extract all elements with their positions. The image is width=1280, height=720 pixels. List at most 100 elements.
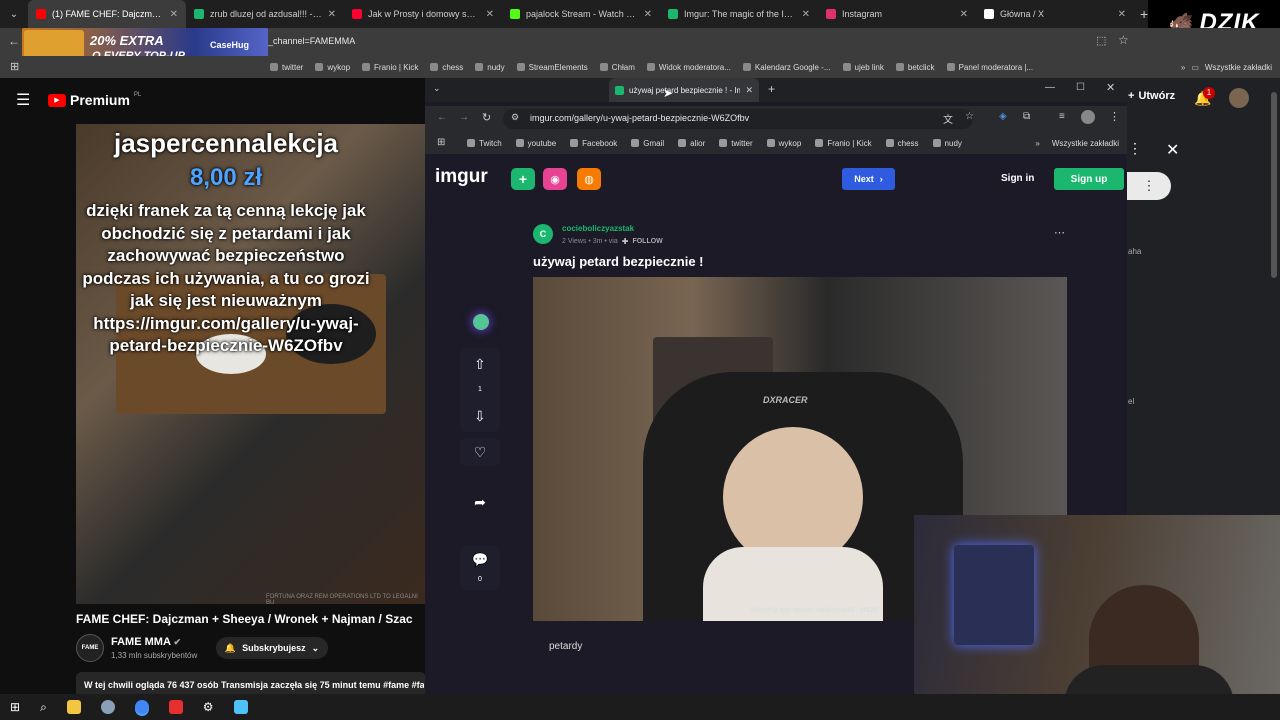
bookmark-item[interactable]: StreamElements: [516, 63, 588, 72]
bookmark-item[interactable]: youtube: [515, 139, 556, 148]
close-tab-icon[interactable]: ✕: [1118, 9, 1126, 20]
sign-in-link[interactable]: Sign in: [1001, 173, 1034, 184]
outer-tab[interactable]: Główna / X ✕: [976, 0, 1134, 28]
bookmark-item[interactable]: wykop: [315, 63, 350, 72]
create-button[interactable]: + Utwórz: [1128, 90, 1175, 102]
favorite-heart-icon[interactable]: ♡: [460, 438, 500, 466]
install-icon[interactable]: ⬚: [1096, 34, 1106, 47]
bookmark-item[interactable]: Panel moderatora |...: [946, 63, 1033, 72]
puzzle-icon[interactable]: ⧉: [1023, 111, 1030, 122]
bookmark-star-icon[interactable]: ☆: [965, 111, 974, 122]
inner-active-tab[interactable]: używaj petard bezpiecznie ! - Im ✕: [609, 78, 759, 102]
channel-name-row[interactable]: FAME MMA ✔: [111, 636, 181, 648]
bookmark-item[interactable]: Gmail: [631, 139, 664, 148]
chrome-icon[interactable]: [134, 700, 149, 714]
apps-grid-icon[interactable]: ⊞: [10, 60, 19, 73]
bookmark-star-icon[interactable]: ☆: [1118, 33, 1129, 47]
meme-icon[interactable]: ◉: [543, 168, 567, 190]
youtube-video-player[interactable]: FORTUNA ORAZ REM OPERATIONS LTD TO LEGAL…: [76, 124, 426, 604]
bookmark-item[interactable]: Kalendarz Google -...: [742, 63, 831, 72]
close-chat-icon[interactable]: ✕: [1166, 140, 1179, 160]
outer-tab[interactable]: pajalock Stream - Watch Live o ✕: [502, 0, 660, 28]
new-tab-icon[interactable]: +: [768, 82, 775, 96]
new-post-icon[interactable]: +: [511, 168, 535, 190]
share-arrow-icon[interactable]: ➦: [460, 488, 500, 516]
outer-tab[interactable]: Jak w Prosty i domowy sposób ✕: [344, 0, 502, 28]
close-tab-icon[interactable]: ✕: [170, 9, 178, 20]
bookmark-item[interactable]: chess: [885, 139, 919, 148]
all-bookmarks-link[interactable]: Wszystkie zakładki: [1052, 139, 1119, 148]
close-tab-icon[interactable]: ✕: [960, 9, 968, 20]
profile-icon[interactable]: [1081, 110, 1095, 124]
bookmark-item[interactable]: alior: [678, 139, 705, 148]
games-icon[interactable]: ◍: [577, 168, 601, 190]
back-arrow-icon[interactable]: ←: [8, 34, 20, 48]
menu-kebab-icon[interactable]: ⋮: [1109, 110, 1120, 123]
more-options-icon[interactable]: ⋮: [1128, 140, 1142, 157]
next-button[interactable]: Next ›: [842, 168, 895, 190]
bookmark-item[interactable]: Chłam: [599, 63, 635, 72]
bookmarks-overflow-icon[interactable]: »: [1181, 63, 1185, 72]
site-info-icon[interactable]: ⚙: [511, 112, 519, 123]
post-options-icon[interactable]: ⋯: [1054, 226, 1065, 239]
extension-icon[interactable]: ◈: [999, 111, 1007, 122]
bookmarks-overflow-icon[interactable]: »: [1035, 139, 1039, 148]
file-explorer-icon[interactable]: [66, 700, 81, 714]
bookmark-item[interactable]: twitter: [719, 139, 753, 148]
bookmark-item[interactable]: Facebook: [570, 139, 617, 148]
bookmark-item[interactable]: twitter: [270, 63, 303, 72]
search-icon[interactable]: ⌕: [40, 700, 47, 715]
outer-tab[interactable]: (1) FAME CHEF: Dajczman + Sh ✕: [28, 0, 186, 28]
sidebar-icon[interactable]: ≡: [1059, 111, 1065, 122]
author-avatar[interactable]: C: [533, 224, 553, 244]
chat-options-button[interactable]: ⋮: [1127, 172, 1171, 200]
youtube-premium-logo[interactable]: ▶ Premium PL: [48, 92, 141, 108]
upvote-arrow-icon[interactable]: ⇧: [474, 356, 486, 373]
emerald-award-icon[interactable]: [473, 314, 489, 330]
close-tab-icon[interactable]: ✕: [802, 9, 810, 20]
bookmark-item[interactable]: Franio | Kick: [362, 63, 418, 72]
close-tab-icon[interactable]: ✕: [745, 85, 753, 96]
user-avatar[interactable]: [1229, 88, 1249, 108]
outer-tab[interactable]: Instagram ✕: [818, 0, 976, 28]
windows-start-icon[interactable]: ⊞: [10, 700, 20, 714]
subscribe-button[interactable]: 🔔 Subskrybujesz ⌄: [216, 637, 328, 659]
maximize-icon[interactable]: ☐: [1076, 82, 1085, 93]
apps-grid-icon[interactable]: ⊞: [437, 137, 445, 148]
back-arrow-icon[interactable]: ←: [437, 112, 447, 123]
imgur-logo[interactable]: imgur: [435, 166, 488, 188]
bookmark-item[interactable]: Franio | Kick: [815, 139, 872, 148]
inner-url-text[interactable]: imgur.com/gallery/u-ywaj-petard-bezpiecz…: [530, 113, 749, 123]
close-tab-icon[interactable]: ✕: [328, 9, 336, 20]
downvote-arrow-icon[interactable]: ⇩: [474, 408, 486, 425]
translate-icon[interactable]: 文: [943, 111, 953, 126]
author-name[interactable]: cocieboliczyazstak: [562, 224, 634, 233]
bookmark-item[interactable]: ujeb link: [842, 63, 884, 72]
bookmark-item[interactable]: Widok moderatora...: [646, 63, 731, 72]
app-icon[interactable]: [168, 700, 183, 714]
bookmark-item[interactable]: nudy: [932, 139, 962, 148]
bookmark-item[interactable]: nudy: [475, 63, 505, 72]
reload-icon[interactable]: ↻: [482, 111, 491, 124]
bookmark-item[interactable]: wykop: [766, 139, 801, 148]
channel-avatar[interactable]: FAME: [76, 634, 104, 662]
close-tab-icon[interactable]: ✕: [644, 9, 652, 20]
all-bookmarks-link[interactable]: Wszystkie zakładki: [1205, 63, 1272, 72]
steam-icon[interactable]: [100, 700, 115, 714]
sign-up-button[interactable]: Sign up: [1054, 168, 1124, 190]
bookmark-item[interactable]: Twitch: [467, 139, 502, 148]
settings-gear-icon[interactable]: ⚙: [203, 700, 214, 714]
chat-scrollbar[interactable]: [1271, 92, 1277, 278]
tab-search-icon[interactable]: ⌄: [0, 0, 28, 28]
outer-url-text[interactable]: _channel=FAMEMMA: [268, 36, 355, 46]
minimize-icon[interactable]: —: [1045, 82, 1055, 93]
close-tab-icon[interactable]: ✕: [486, 9, 494, 20]
forward-arrow-icon[interactable]: →: [459, 112, 469, 123]
follow-button[interactable]: FOLLOW: [632, 238, 662, 245]
bookmark-item[interactable]: chess: [430, 63, 463, 72]
outer-tab[interactable]: zrub dluzej od azdusal!!! - Img ✕: [186, 0, 344, 28]
new-tab-icon[interactable]: +: [1134, 6, 1148, 22]
app-window-icon[interactable]: [233, 700, 248, 714]
hamburger-menu-icon[interactable]: ☰: [16, 90, 30, 110]
channel-name[interactable]: FAME MMA: [111, 636, 170, 648]
